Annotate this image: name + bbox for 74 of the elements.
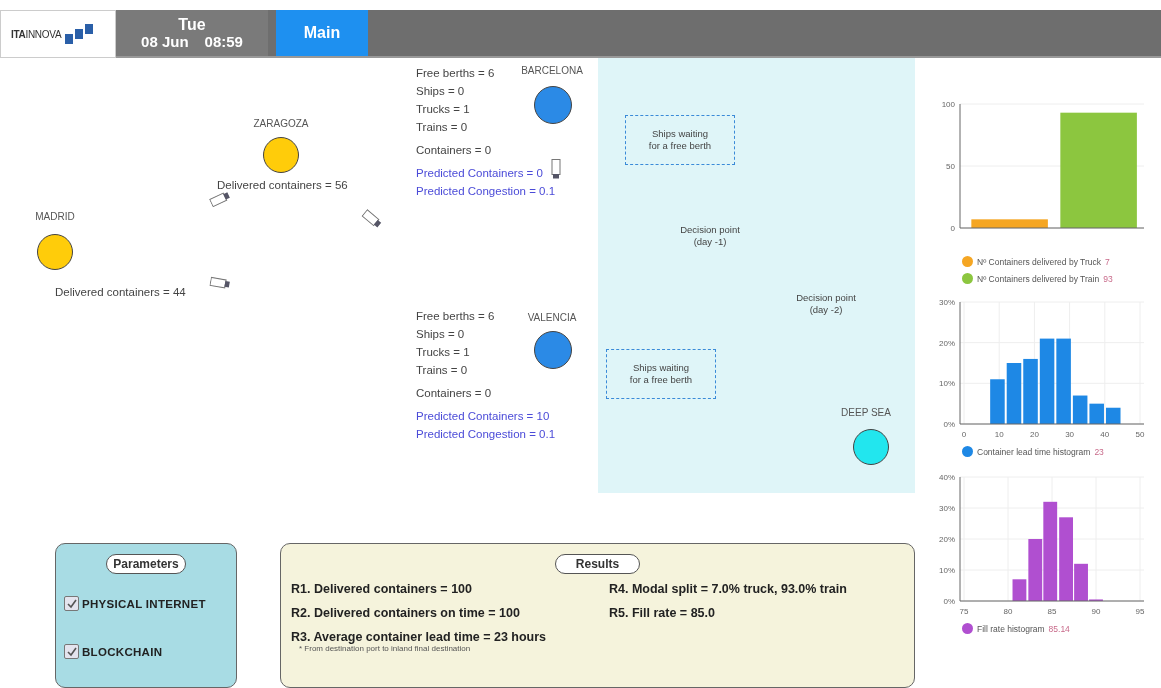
tick-label: 90 bbox=[1091, 607, 1101, 616]
legend-value: 7 bbox=[1105, 256, 1110, 267]
container-count: Containers = 0 bbox=[416, 144, 492, 156]
tick-label: 50 bbox=[946, 162, 955, 171]
tick-label: 20% bbox=[939, 338, 955, 348]
tick-label: 100 bbox=[941, 100, 955, 109]
legend-label: Nº Containers delivered by Train bbox=[977, 273, 1100, 284]
port-stat: Trucks = 1 bbox=[416, 103, 470, 115]
port-stat: Ships = 0 bbox=[416, 328, 465, 340]
waiting-label: Ships waiting bbox=[633, 361, 689, 374]
legend-label: Container lead time histogram bbox=[977, 446, 1091, 457]
prediction: Predicted Containers = 0 bbox=[416, 167, 543, 179]
result-line: R5. Fill rate = 85.0 bbox=[609, 606, 716, 620]
tick-label: 30 bbox=[1065, 430, 1075, 439]
deep-sea-label: DEEP SEA bbox=[841, 407, 891, 418]
tick-label: 10% bbox=[939, 379, 955, 389]
delivered-count: Delivered containers = 56 bbox=[217, 179, 348, 191]
legend-value: 85.14 bbox=[1048, 623, 1070, 634]
result-line: R2. Delivered containers on time = 100 bbox=[291, 606, 521, 620]
result-line: R3. Average container lead time = 23 hours bbox=[291, 630, 548, 644]
tick-label: 0% bbox=[943, 597, 955, 606]
prediction: Predicted Congestion = 0.1 bbox=[416, 428, 556, 440]
tick-label: 0 bbox=[950, 224, 955, 233]
tick-label: 10% bbox=[939, 566, 955, 575]
tick-label: 30% bbox=[939, 504, 955, 513]
tick-label: 40 bbox=[1100, 430, 1110, 439]
decision-point-label: (day -2) bbox=[809, 304, 843, 317]
tick-label: 75 bbox=[959, 607, 969, 616]
result-line: R4. Modal split = 7.0% truck, 93.0% train bbox=[609, 582, 847, 596]
port-stat: Ships = 0 bbox=[416, 85, 465, 97]
tick-label: 85 bbox=[1047, 607, 1057, 616]
footnote: * From destination port to inland final destination bbox=[298, 644, 472, 653]
panel-title: Results bbox=[554, 554, 641, 574]
port-label: VALENCIA bbox=[527, 312, 577, 323]
tick-label: 30% bbox=[939, 298, 955, 307]
legend-value: 23 bbox=[1094, 446, 1104, 457]
waiting-label: for a free berth bbox=[648, 140, 712, 153]
tick-label: 95 bbox=[1135, 607, 1145, 616]
waiting-label: Ships waiting bbox=[652, 127, 708, 140]
tick-label: 50 bbox=[1135, 430, 1145, 439]
port-stat: Trains = 0 bbox=[416, 121, 468, 133]
result-line: R1. Delivered containers = 100 bbox=[291, 582, 473, 596]
port-stat: Free berths = 6 bbox=[416, 67, 495, 79]
weekday: Tue bbox=[178, 16, 206, 34]
city-label: ZARAGOZA bbox=[253, 118, 309, 129]
city-label: MADRID bbox=[35, 211, 75, 222]
waiting-label: for a free berth bbox=[629, 374, 693, 387]
clock-time: 08:59 bbox=[204, 33, 243, 50]
tick-label: 80 bbox=[1003, 607, 1013, 616]
tick-label: 20% bbox=[939, 535, 955, 544]
container-count: Containers = 0 bbox=[416, 387, 492, 399]
port-stat: Trains = 0 bbox=[416, 364, 468, 376]
port-label: BARCELONA bbox=[521, 65, 583, 76]
logo-text: ITAINNOVA bbox=[11, 28, 62, 40]
tick-label: 10 bbox=[994, 430, 1004, 439]
option-label: BLOCKCHAIN bbox=[82, 645, 163, 658]
legend-label: Nº Containers delivered by Truck bbox=[977, 256, 1102, 267]
decision-point-label: Decision point bbox=[680, 224, 740, 237]
port-stat: Trucks = 1 bbox=[416, 346, 470, 358]
port-stat: Free berths = 6 bbox=[416, 310, 495, 322]
tick-label: 40% bbox=[939, 473, 955, 482]
panel-title: Parameters bbox=[106, 554, 186, 574]
prediction: Predicted Congestion = 0.1 bbox=[416, 185, 556, 197]
legend-value: 93 bbox=[1103, 273, 1113, 284]
tick-label: 0% bbox=[943, 420, 955, 429]
legend-label: Fill rate histogram bbox=[977, 623, 1045, 634]
tick-label: 20 bbox=[1029, 430, 1039, 439]
decision-point-label: (day -1) bbox=[693, 236, 727, 249]
delivered-count: Delivered containers = 44 bbox=[55, 286, 186, 298]
date: 08 Jun bbox=[141, 33, 189, 50]
decision-point-label: Decision point bbox=[796, 292, 856, 305]
prediction: Predicted Containers = 10 bbox=[416, 410, 550, 422]
option-label: PHYSICAL INTERNET bbox=[82, 597, 206, 610]
tick-label: 0 bbox=[961, 430, 967, 439]
